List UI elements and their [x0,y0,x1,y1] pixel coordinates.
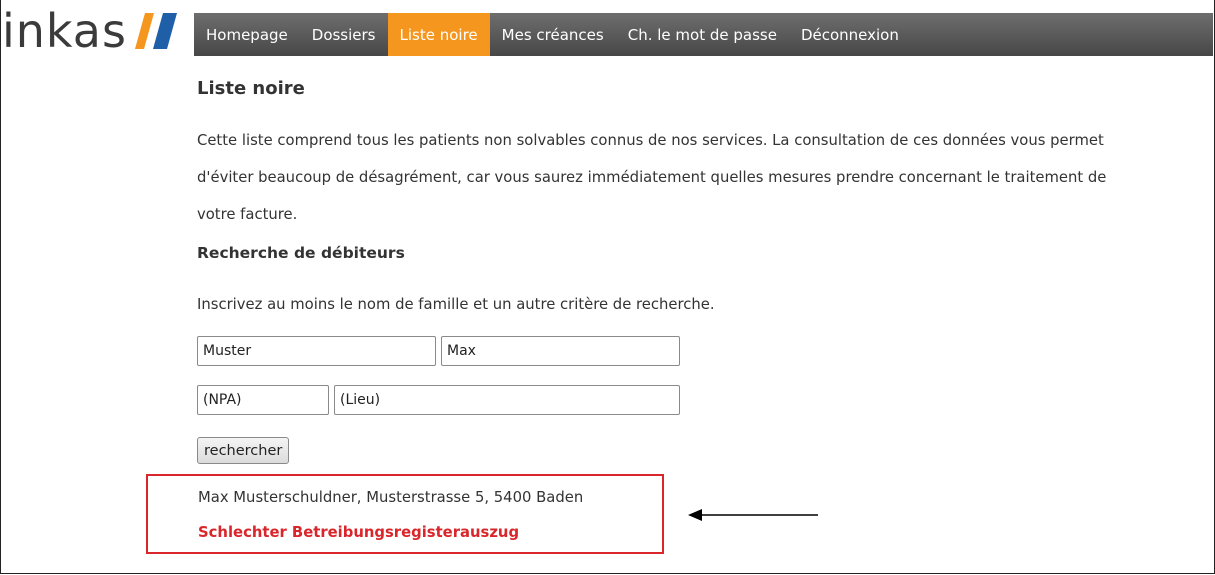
nav-liste-noire[interactable]: Liste noire [387,13,490,56]
logo: inkas [2,4,179,58]
arrow-left-icon [688,507,820,527]
logo-text: inkas [2,4,127,58]
search-hint: Inscrivez au moins le nom de famille et … [197,296,715,313]
intro-line: d'éviter beaucoup de désagrément, car vo… [197,169,1107,186]
search-result: Max Musterschuldner, Musterstrasse 5, 54… [146,474,664,554]
nav-dossiers[interactable]: Dossiers [300,13,388,56]
search-button[interactable]: rechercher [197,437,290,464]
first-name-input[interactable] [441,336,680,366]
intro-line: Cette liste comprend tous les patients n… [197,132,1104,149]
main-navigation: Homepage Dossiers Liste noire Mes créanc… [194,13,1213,56]
intro-text: Cette liste comprend tous les patients n… [197,122,1187,233]
nav-homepage[interactable]: Homepage [194,13,300,56]
result-address: Max Musterschuldner, Musterstrasse 5, 54… [198,489,584,506]
page-title: Liste noire [197,78,305,99]
result-status: Schlechter Betreibungsregisterauszug [198,524,520,541]
search-section-title: Recherche de débiteurs [197,244,405,262]
nav-mes-creances[interactable]: Mes créances [490,13,616,56]
last-name-input[interactable] [197,336,436,366]
logo-slash-icon [133,11,179,51]
intro-line: votre facture. [197,206,298,223]
nav-logout[interactable]: Déconnexion [789,13,911,56]
main-content: Liste noire Cette liste comprend tous le… [197,78,1187,464]
city-input[interactable] [334,385,680,415]
zip-input[interactable] [197,385,329,415]
nav-change-password[interactable]: Ch. le mot de passe [616,13,789,56]
